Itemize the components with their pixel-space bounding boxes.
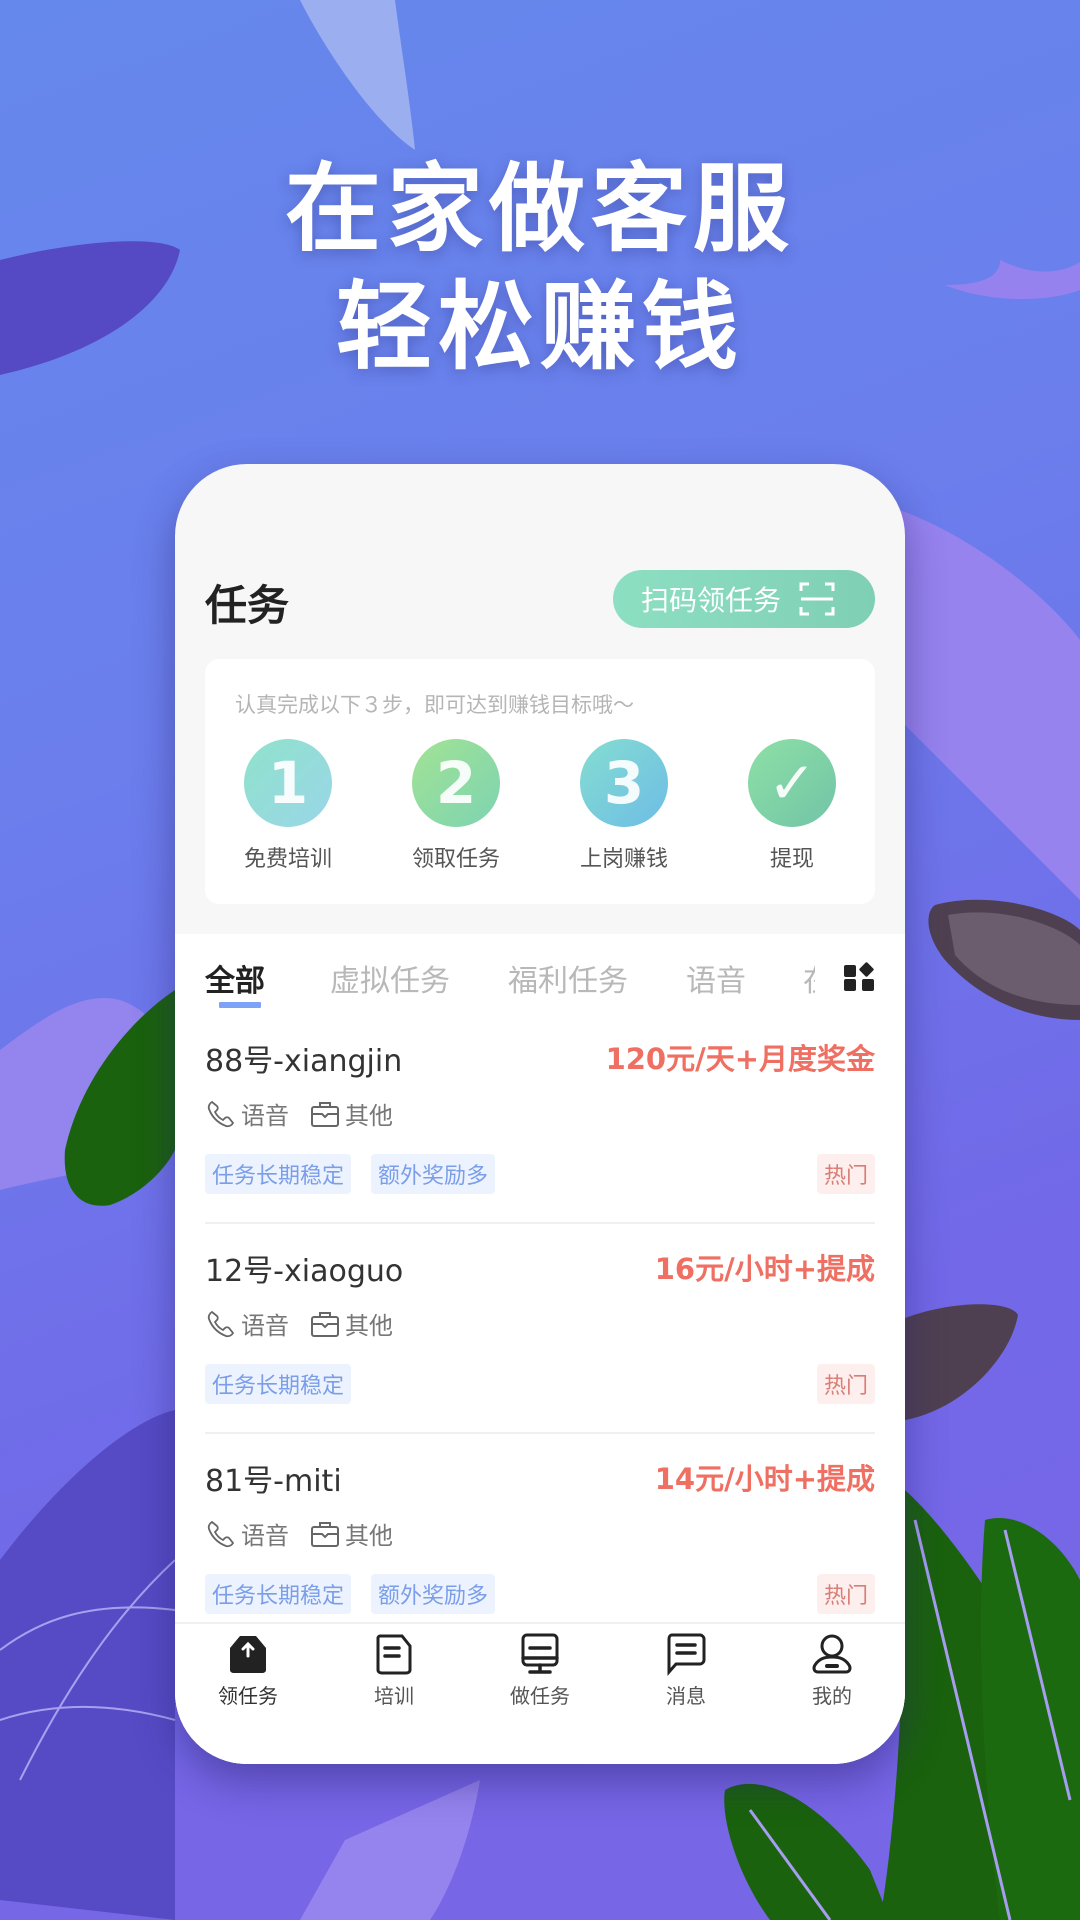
job-tag: 任务长期稳定 [205, 1154, 352, 1194]
tabbar-label: 领任务 [218, 1684, 278, 1708]
training-icon [376, 1634, 412, 1675]
scan-button-label: 扫码领任务 [641, 584, 782, 617]
tabbar-receive-task[interactable]: 领任务 [175, 1632, 321, 1709]
checkmark-icon: ✓ [748, 739, 836, 827]
tabbar-label: 培训 [374, 1684, 414, 1708]
job-meta: 语音 其他 [205, 1306, 393, 1341]
do-task-icon [521, 1633, 559, 1674]
tab-online[interactable]: 在 [803, 956, 815, 1000]
page-title: 任务 [205, 581, 290, 630]
job-type: 语音 [241, 1312, 289, 1340]
steps-hint: 认真完成以下３步，即可达到赚钱目标哦～ [235, 693, 634, 717]
phone-icon [207, 1520, 235, 1547]
promo-headline: 在家做客服 轻松赚钱 [0, 150, 1080, 386]
step-get-task[interactable]: 2 领取任务 [386, 739, 526, 873]
job-meta: 语音 其他 [205, 1096, 393, 1131]
tabbar-label: 做任务 [510, 1684, 570, 1708]
job-tag: 额外奖励多 [371, 1154, 496, 1194]
job-tags: 任务长期稳定 额外奖励多 [205, 1154, 515, 1194]
step-label: 上岗赚钱 [579, 847, 668, 872]
job-tag: 任务长期稳定 [205, 1364, 352, 1404]
job-name: 12号-xiaoguo [205, 1254, 404, 1289]
step-free-training[interactable]: 1 免费培训 [218, 739, 358, 873]
job-category: 其他 [345, 1522, 393, 1550]
phone-icon [207, 1310, 235, 1337]
tabbar-do-task[interactable]: 做任务 [467, 1632, 613, 1709]
job-pay: 120元/天+月度奖金 [605, 1042, 875, 1076]
tabbar-label: 我的 [812, 1684, 852, 1708]
step-start-earning[interactable]: 3 上岗赚钱 [554, 739, 694, 873]
job-name: 81号-miti [205, 1464, 342, 1499]
step-3-icon: 3 [580, 739, 668, 827]
briefcase-icon [311, 1101, 339, 1127]
step-label: 领取任务 [411, 847, 500, 872]
job-name: 88号-xiangjin [205, 1044, 403, 1079]
grid-icon[interactable] [843, 962, 875, 994]
briefcase-icon [311, 1311, 339, 1337]
job-tags: 任务长期稳定 [205, 1364, 371, 1404]
step-2-icon: 2 [412, 739, 500, 827]
headline-line-2: 轻松赚钱 [336, 271, 744, 383]
job-tag: 任务长期稳定 [205, 1574, 352, 1614]
job-list-item[interactable]: 81号-miti 14元/小时+提成 语音 其他 任务长期稳定 额外奖励多 热门 [205, 1434, 875, 1644]
message-icon [667, 1633, 706, 1676]
category-tabs: 全部 虚拟任务 福利任务 语音 在 [175, 934, 905, 1024]
tab-voice[interactable]: 语音 [686, 956, 746, 1000]
step-label: 提现 [769, 847, 814, 872]
briefcase-icon [311, 1521, 339, 1547]
tab-all[interactable]: 全部 [205, 956, 265, 1000]
job-meta: 语音 其他 [205, 1516, 393, 1551]
receive-task-icon [230, 1636, 266, 1673]
job-list-item[interactable]: 88号-xiangjin 120元/天+月度奖金 语音 其他 任务长期稳定 额外… [205, 1014, 875, 1224]
lilac-shape [900, 510, 1080, 900]
headline-line-1: 在家做客服 [285, 153, 795, 265]
job-tag: 额外奖励多 [371, 1574, 496, 1614]
job-type: 语音 [241, 1102, 289, 1130]
hot-badge: 热门 [816, 1154, 875, 1194]
steps-card: 认真完成以下３步，即可达到赚钱目标哦～ 1 免费培训 2 领取任务 3 上岗赚钱… [205, 659, 875, 904]
profile-icon [812, 1634, 852, 1674]
step-1-icon: 1 [244, 739, 332, 827]
scan-task-button[interactable]: 扫码领任务 [613, 570, 875, 628]
active-tab-indicator [219, 1002, 261, 1008]
seed-pod-lower [900, 1304, 1018, 1420]
phone-icon [207, 1100, 235, 1127]
job-category: 其他 [345, 1312, 393, 1340]
job-pay: 16元/小时+提成 [654, 1252, 875, 1286]
job-type: 语音 [241, 1522, 289, 1550]
tab-virtual-tasks[interactable]: 虚拟任务 [330, 956, 450, 1000]
tabbar-training[interactable]: 培训 [321, 1632, 467, 1709]
job-tags: 任务长期稳定 额外奖励多 [205, 1574, 515, 1614]
job-pay: 14元/小时+提成 [654, 1462, 875, 1496]
tab-welfare-tasks[interactable]: 福利任务 [508, 956, 628, 1000]
tabbar-messages[interactable]: 消息 [613, 1632, 759, 1709]
phone-mockup: 任务 扫码领任务 认真完成以下３步，即可达到赚钱目标哦～ 1 免费培训 2 领取… [175, 464, 905, 1764]
bottom-tab-bar: 领任务 培训 做任务 消息 我的 [175, 1622, 905, 1764]
tabbar-profile[interactable]: 我的 [759, 1632, 905, 1709]
job-category: 其他 [345, 1102, 393, 1130]
hot-badge: 热门 [816, 1574, 875, 1614]
step-label: 免费培训 [243, 847, 332, 872]
job-list-item[interactable]: 12号-xiaoguo 16元/小时+提成 语音 其他 任务长期稳定 热门 [205, 1224, 875, 1434]
tabbar-label: 消息 [666, 1684, 706, 1708]
scan-icon [799, 582, 835, 616]
step-withdraw[interactable]: ✓ 提现 [722, 739, 862, 873]
hot-badge: 热门 [816, 1364, 875, 1404]
light-leaf-shape [300, 0, 415, 150]
page-header: 任务 扫码领任务 [175, 564, 905, 644]
